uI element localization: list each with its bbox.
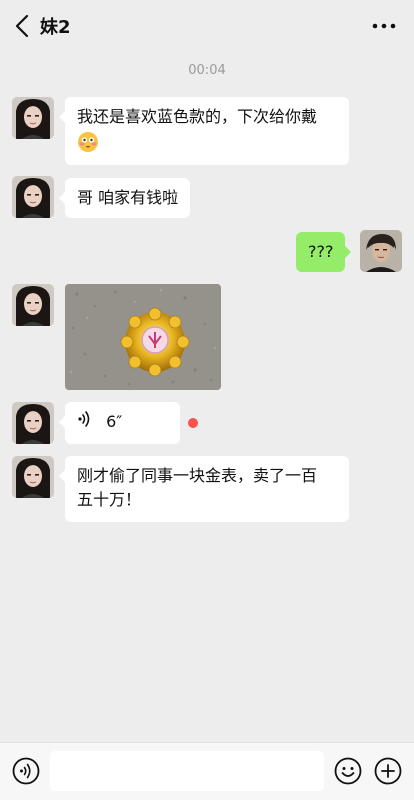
voice-mode-icon[interactable]	[12, 757, 40, 785]
voice-wave-icon	[77, 410, 93, 435]
message-timestamp: 00:04	[188, 63, 226, 78]
contact-avatar[interactable]	[12, 284, 54, 326]
chevron-left-icon[interactable]	[12, 12, 34, 40]
message-text-line: 刚才偷了同事一块金表，卖了一百	[77, 466, 318, 485]
contact-avatar[interactable]	[12, 456, 54, 498]
unread-dot	[188, 418, 198, 428]
message-text: 哥 咱家有钱啦	[77, 188, 179, 207]
plus-icon[interactable]	[374, 757, 402, 785]
flushed-face-emoji	[77, 131, 99, 160]
more-dots-icon[interactable]	[372, 22, 396, 30]
message-text: 我还是喜欢蓝色款的，下次给你戴	[77, 107, 318, 126]
message-input[interactable]	[50, 751, 324, 791]
contact-avatar[interactable]	[12, 402, 54, 444]
contact-avatar[interactable]	[12, 97, 54, 139]
input-bar	[0, 742, 414, 800]
gold-watch-photo[interactable]	[65, 284, 221, 390]
voice-message-bubble[interactable]: 6″	[59, 402, 180, 444]
contact-avatar[interactable]	[12, 176, 54, 218]
message-bubble[interactable]: 刚才偷了同事一块金表，卖了一百 五十万！	[59, 456, 349, 522]
smiley-icon[interactable]	[334, 757, 362, 785]
voice-duration: 6″	[106, 412, 123, 431]
message-text-line: 五十万！	[77, 490, 142, 509]
self-avatar[interactable]	[360, 230, 402, 272]
message-bubble[interactable]: 哥 咱家有钱啦	[58, 178, 191, 218]
chat-header: 妹2	[0, 0, 414, 52]
message-text: ???	[308, 242, 334, 261]
message-bubble-self[interactable]: ???	[296, 232, 353, 272]
chat-title: 妹2	[40, 17, 71, 38]
message-bubble[interactable]: 我还是喜欢蓝色款的，下次给你戴	[59, 97, 349, 165]
